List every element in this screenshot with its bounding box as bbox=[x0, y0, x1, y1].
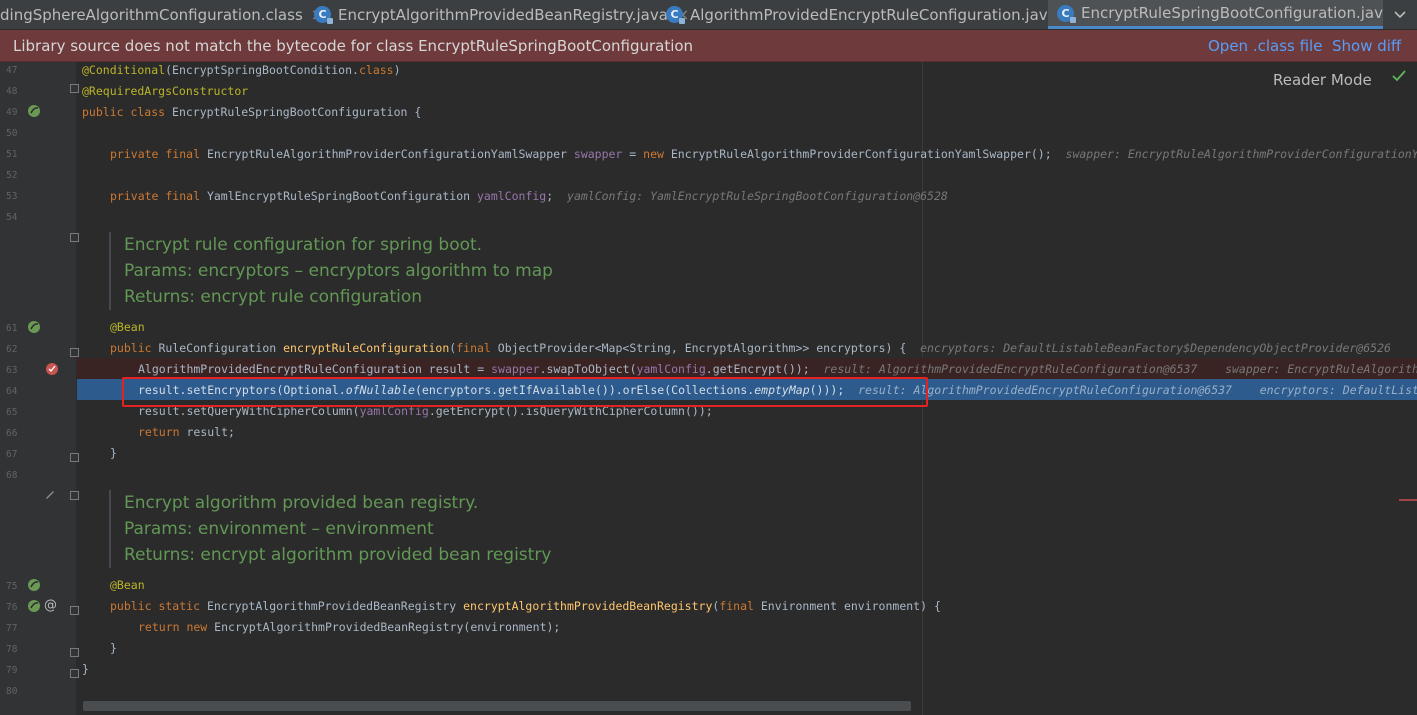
line-number: 61 bbox=[6, 323, 18, 334]
line-number: 79 bbox=[6, 665, 18, 676]
source-mismatch-banner: Library source does not match the byteco… bbox=[0, 30, 1417, 62]
line-number: 77 bbox=[6, 623, 18, 634]
reader-mode-toggle[interactable]: Reader Mode bbox=[1273, 71, 1372, 89]
line-number: 80 bbox=[6, 686, 18, 697]
code-line: @Conditional(EncryptSpringBootCondition.… bbox=[82, 63, 401, 77]
javadoc-line: Encrypt rule configuration for spring bo… bbox=[124, 235, 483, 255]
tab-list-chevron-down-icon[interactable] bbox=[1383, 0, 1417, 29]
tab-label: dingSphereAlgorithmConfiguration.class bbox=[0, 5, 303, 24]
editor-tab-bar: dingSphereAlgorithmConfiguration.class ×… bbox=[0, 0, 1417, 30]
code-line: @Bean bbox=[110, 320, 145, 334]
debug-inline-value: swapper: EncryptRuleAlgorithmProviderCon… bbox=[1065, 147, 1417, 161]
tab-sphere-algorithm-configuration[interactable]: dingSphereAlgorithmConfiguration.class × bbox=[0, 0, 324, 29]
java-class-icon: C bbox=[314, 6, 333, 24]
line-number: 49 bbox=[6, 107, 18, 118]
debug-inline-value: encryptors: DefaultListableBeanFactory$D… bbox=[1259, 383, 1417, 397]
inspection-ok-check-icon[interactable] bbox=[1392, 70, 1406, 82]
highlight-annotation-box bbox=[122, 377, 928, 407]
debug-inline-value: yamlConfig: YamlEncryptRuleSpringBootCon… bbox=[567, 189, 948, 203]
line-number: 62 bbox=[6, 344, 18, 355]
line-number: 53 bbox=[6, 191, 18, 202]
line-number: 50 bbox=[6, 128, 18, 139]
code-line: public static EncryptAlgorithmProvidedBe… bbox=[110, 599, 941, 613]
line-number: 76 bbox=[6, 602, 18, 613]
tab-encrypt-algorithm-provided-bean-registry[interactable]: C EncryptAlgorithmProvidedBeanRegistry.j… bbox=[314, 0, 689, 29]
line-number: 68 bbox=[6, 470, 18, 481]
javadoc-line: Params: environment – environment bbox=[124, 519, 434, 539]
horizontal-scrollbar[interactable] bbox=[83, 701, 911, 711]
java-class-icon: C bbox=[1057, 4, 1076, 23]
line-number: 47 bbox=[6, 65, 18, 76]
line-number: 54 bbox=[6, 212, 18, 223]
line-number: 48 bbox=[6, 86, 18, 97]
code-line: return result; bbox=[138, 425, 235, 439]
tab-encrypt-rule-spring-boot-configuration[interactable]: C EncryptRuleSpringBootConfiguration.jav… bbox=[1048, 0, 1417, 29]
code-line: public RuleConfiguration encryptRuleConf… bbox=[110, 341, 1391, 355]
show-diff-link[interactable]: Show diff bbox=[1332, 37, 1401, 55]
editor-gutter: 47 48 49 50 51 52 53 54 61 62 63 64 65 6… bbox=[0, 62, 79, 715]
line-number: 63 bbox=[6, 365, 18, 376]
line-number: 67 bbox=[6, 449, 18, 460]
tab-label: EncryptAlgorithmProvidedBeanRegistry.jav… bbox=[338, 5, 668, 24]
java-class-icon: C bbox=[666, 6, 685, 24]
spring-bean-icon[interactable] bbox=[27, 104, 41, 118]
tab-label: EncryptRuleSpringBootConfiguration.java bbox=[1081, 4, 1393, 22]
open-class-file-link[interactable]: Open .class file bbox=[1208, 37, 1322, 55]
code-editor[interactable]: Reader Mode @Conditional(EncryptSpringBo… bbox=[77, 62, 1417, 715]
rendered-javadoc: Encrypt algorithm provided bean registry… bbox=[109, 490, 551, 568]
javadoc-line: Params: encryptors – encryptors algorith… bbox=[124, 261, 553, 281]
line-number: 75 bbox=[6, 581, 18, 592]
code-line: } bbox=[110, 641, 117, 655]
code-line: return new EncryptAlgorithmProvidedBeanR… bbox=[138, 620, 561, 634]
code-line: @RequiredArgsConstructor bbox=[82, 84, 249, 98]
code-line: private final EncryptRuleAlgorithmProvid… bbox=[110, 144, 1417, 165]
line-number: 51 bbox=[6, 149, 18, 160]
banner-message: Library source does not match the byteco… bbox=[13, 37, 694, 55]
line-number: 52 bbox=[6, 170, 18, 181]
javadoc-line: Returns: encrypt rule configuration bbox=[124, 287, 423, 307]
javadoc-line: Encrypt algorithm provided bean registry… bbox=[124, 493, 479, 513]
spring-bean-icon[interactable] bbox=[27, 599, 41, 613]
code-line: } bbox=[82, 662, 89, 676]
line-number: 64 bbox=[6, 386, 18, 397]
debug-inline-value: swapper: EncryptRuleAlgorithmProviderCon… bbox=[1225, 362, 1417, 376]
spring-bean-icon[interactable] bbox=[27, 320, 41, 334]
code-line: public class EncryptRuleSpringBootConfig… bbox=[82, 105, 422, 119]
debug-inline-value: encryptors: DefaultListableBeanFactory$D… bbox=[920, 341, 1391, 355]
code-line: } bbox=[110, 446, 117, 460]
line-number: 65 bbox=[6, 407, 18, 418]
line-number: 66 bbox=[6, 428, 18, 439]
implemented-method-icon[interactable]: @ bbox=[44, 598, 57, 613]
tab-label: AlgorithmProvidedEncryptRuleConfiguratio… bbox=[690, 5, 1057, 24]
line-number: 78 bbox=[6, 644, 18, 655]
code-line: private final YamlEncryptRuleSpringBootC… bbox=[110, 189, 948, 203]
debug-inline-value: result: AlgorithmProvidedEncryptRuleConf… bbox=[823, 362, 1198, 376]
edit-pencil-icon[interactable] bbox=[44, 488, 56, 500]
spring-bean-icon[interactable] bbox=[27, 578, 41, 592]
tab-algorithm-provided-encrypt-rule-configuration[interactable]: C AlgorithmProvidedEncryptRuleConfigurat… bbox=[666, 0, 1078, 29]
error-stripe-marker[interactable] bbox=[1399, 499, 1417, 501]
javadoc-line: Returns: encrypt algorithm provided bean… bbox=[124, 545, 552, 565]
breakpoint-icon[interactable] bbox=[45, 362, 59, 376]
rendered-javadoc: Encrypt rule configuration for spring bo… bbox=[109, 232, 553, 310]
code-line: @Bean bbox=[110, 578, 145, 592]
